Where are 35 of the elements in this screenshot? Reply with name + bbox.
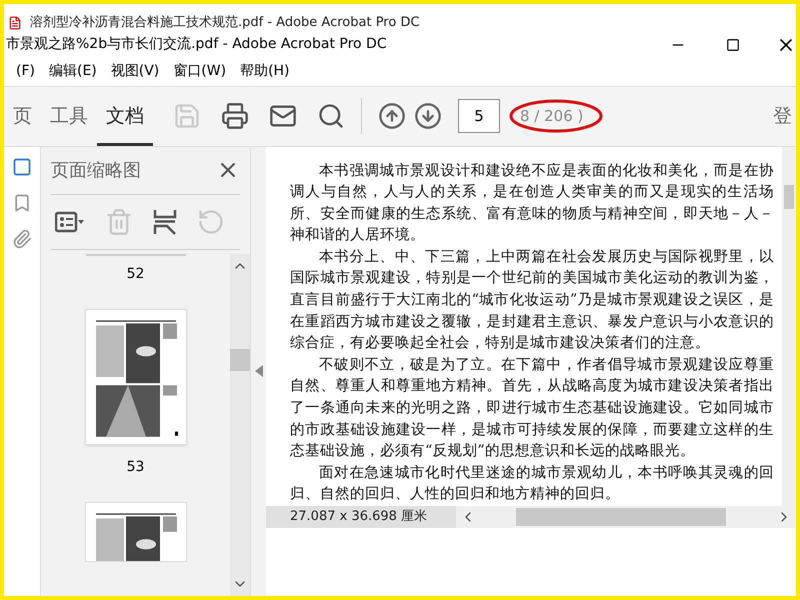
- collapse-arrow-icon[interactable]: [254, 365, 262, 378]
- next-page-icon[interactable]: [414, 102, 442, 130]
- menu-item[interactable]: 帮助(H): [240, 61, 290, 82]
- vertical-scrollbar[interactable]: [230, 254, 250, 596]
- panel-collapse-handle[interactable]: [250, 146, 266, 596]
- paragraph: 面对在急速城市化时代里迷途的城市景观幼儿，本书呼唤其灵魂的回归、自然的回归、人性的回归和地方精神的回归。: [290, 464, 774, 504]
- print-icon[interactable]: [221, 102, 249, 130]
- maximize-icon[interactable]: [726, 38, 740, 52]
- menu-item[interactable]: (F): [16, 61, 35, 82]
- search-icon[interactable]: [317, 102, 345, 130]
- page-number: 52: [126, 264, 144, 284]
- sign-in-link[interactable]: 登: [773, 102, 796, 130]
- vertical-scrollbar[interactable]: [782, 146, 796, 506]
- menu-item[interactable]: 视图(V): [110, 61, 160, 82]
- scroll-thumb[interactable]: [784, 184, 794, 208]
- scroll-thumb[interactable]: [516, 508, 726, 526]
- page-number-field[interactable]: 5: [458, 99, 500, 133]
- page-size-label: 27.087 x 36.698 厘米: [266, 506, 456, 528]
- paragraph: 本书强调城市景观设计和建设绝不应是表面的化妆和美化，而是在协调人与自然，人与人的关系，是在创造人类审美的而又是现实的生活场所、安全而健康的生态系统、富有意味的物质与精神空间，即天地－人－神和谐的人居环境。: [290, 162, 774, 246]
- insert-pages-icon[interactable]: [153, 208, 177, 234]
- options-button[interactable]: [55, 210, 85, 232]
- toolbar-tab[interactable]: 工具: [41, 86, 97, 146]
- page-number: 53: [126, 458, 144, 476]
- window-title: 市景观之路%2b与市长们交流.pdf - Adobe Acrobat Pro DC: [5, 35, 388, 54]
- paragraph: 不破则不立，破是为了立。在下篇中，作者倡导城市景观建设应尊重自然、尊重人和尊重地方精神。首先，从战略高度为城市建设决策者指出了一条通向未来的光明之路，即进行城市生态基础设施建设。它如同城市的市政基础设施建设一样，是城市可持续发展的保障，而要建立这样的生态基础设施，必须有“反规划”的思想意识和长远的战略眼光。: [290, 356, 774, 462]
- pdf-file-icon: [8, 16, 22, 30]
- paragraph: 本书分上、中、下三篇，上中两篇在社会发展历史与国际视野里，以国际城市景观建设，特别是一个世纪前的美国城市美化运动的教训为鉴，直言目前盛行于大江南北的“城市化妆运动”乃是城市景观建设之误区，是在重蹈西方城市建设之覆辙，是封建君主意识、暴发户意识与小农意识的综合症，有必要唤起全社会，特别是城市建设决策者们的注意。: [290, 248, 774, 354]
- page-count: 8 / 206 ): [520, 106, 584, 127]
- window-title: 溶剂型冷补沥青混合料施工技术规范.pdf - Adobe Acrobat Pro DC: [30, 14, 420, 32]
- toolbar-tab[interactable]: 页: [4, 86, 41, 146]
- menu-item[interactable]: 编辑(E): [48, 61, 97, 82]
- scroll-thumb[interactable]: [230, 348, 250, 371]
- panel-title: 页面缩略图: [51, 158, 141, 182]
- previous-page-icon[interactable]: [378, 102, 406, 130]
- menu-item[interactable]: 窗口(W): [173, 61, 226, 82]
